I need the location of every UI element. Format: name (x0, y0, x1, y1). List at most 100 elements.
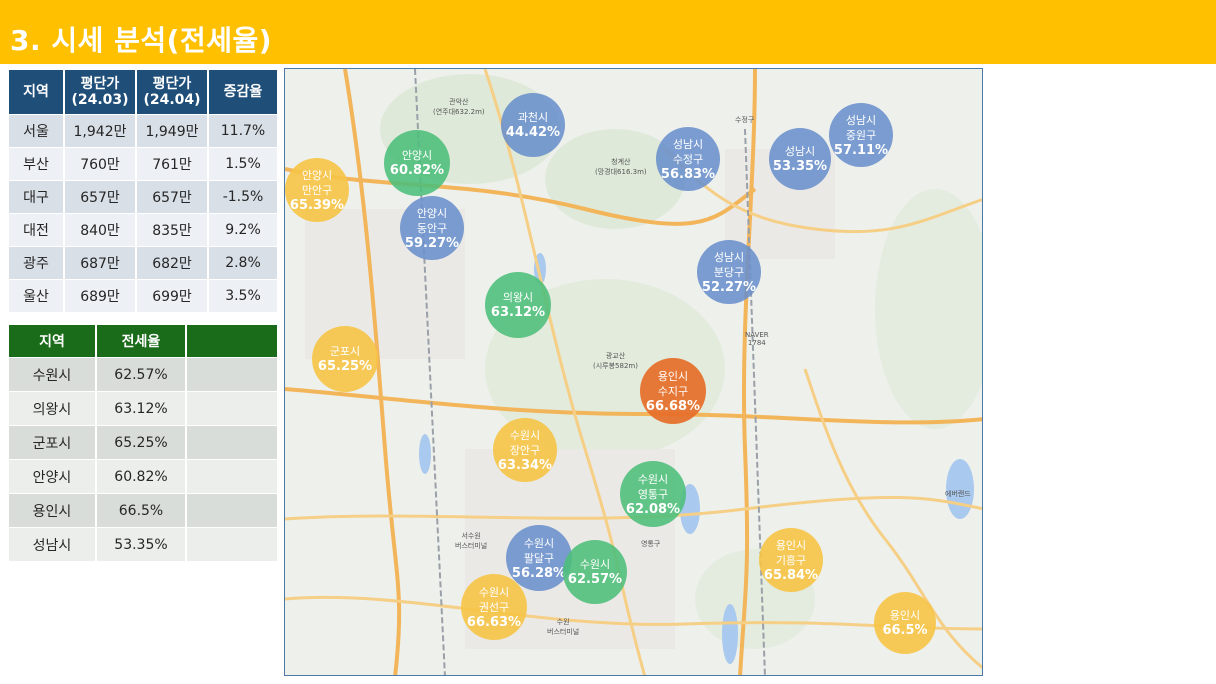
bubble-region-name: 과천시 (517, 111, 549, 124)
price-table-row: 대전 840만 835만 9.2% (9, 213, 277, 246)
price-table-row: 부산 760만 761만 1.5% (9, 147, 277, 180)
price-table-cell: 1.5% (209, 147, 277, 180)
price-header-region: 지역 (9, 70, 65, 114)
jeonse-table-cell (187, 425, 277, 459)
bubble-region-name: 군포시 (329, 345, 361, 358)
price-table-cell: 대전 (9, 213, 65, 246)
bubble-region-name: 수원시 권선구 (478, 585, 510, 614)
jeonse-table-cell: 63.12% (97, 391, 187, 425)
jeonse-table-row: 용인시 66.5% (9, 493, 277, 527)
price-table-cell: 1,949만 (137, 114, 209, 147)
bubble-region-name: 수원시 (579, 558, 611, 571)
jeonse-table-row: 안양시 60.82% (9, 459, 277, 493)
region-map[interactable]: 관악산 (연주대632.2m) 청계산 (망경대616.3m) 광교산 (시루봉58… (284, 68, 983, 676)
price-table-cell: 서울 (9, 114, 65, 147)
jeonse-table-row: 성남시 53.35% (9, 527, 277, 561)
bubble-region-name: 수원시 팔달구 (523, 536, 555, 565)
jeonse-table-cell: 성남시 (9, 527, 97, 561)
bubble-jeonse-rate: 65.39% (289, 197, 345, 213)
bubble-region-name: 안양시 (401, 149, 433, 162)
jeonse-header-rate: 전세율 (97, 325, 187, 357)
jeonse-table-cell: 62.57% (97, 357, 187, 391)
price-header-mar: 평단가 (24.03) (65, 70, 137, 114)
bubble-region-name: 성남시 수정구 (672, 137, 704, 166)
price-table-cell: 1,942만 (65, 114, 137, 147)
bubble-jeonse-rate: 66.63% (466, 614, 522, 630)
map-place-label: 청계산 (망경대616.3m) (595, 158, 647, 176)
bubble-region-name: 용인시 (889, 609, 921, 622)
map-bubble[interactable]: 수원시 팔달구 56.28% (506, 525, 572, 591)
map-bubble[interactable]: 성남시 수정구 56.83% (656, 127, 720, 191)
bubble-jeonse-rate: 62.57% (567, 572, 623, 587)
map-place-label: 에버랜드 (945, 490, 971, 498)
map-bubble[interactable]: 수원시 장안구 63.34% (493, 418, 557, 482)
jeonse-table-cell (187, 391, 277, 425)
bubble-jeonse-rate: 62.08% (625, 501, 681, 517)
bubble-region-name: 안양시 만안구 (301, 168, 333, 197)
price-table-cell: 760만 (65, 147, 137, 180)
jeonse-header-region: 지역 (9, 325, 97, 357)
map-bubble[interactable]: 의왕시 63.12% (485, 272, 551, 338)
jeonse-table-cell: 65.25% (97, 425, 187, 459)
map-bubble[interactable]: 군포시 65.25% (312, 326, 378, 392)
bubble-jeonse-rate: 63.12% (490, 305, 546, 320)
map-place-label: 광교산 (시루봉582m) (593, 352, 638, 370)
price-table-cell: 2.8% (209, 246, 277, 279)
map-bubble[interactable]: 용인시 수지구 66.68% (640, 358, 706, 424)
map-bubble[interactable]: 과천시 44.42% (501, 93, 565, 157)
map-place-label: 관악산 (연주대632.2m) (433, 98, 485, 116)
price-header-apr: 평단가 (24.04) (137, 70, 209, 114)
price-table-cell: 657만 (65, 180, 137, 213)
bubble-jeonse-rate: 53.35% (772, 159, 828, 174)
price-table-cell: 광주 (9, 246, 65, 279)
map-bubble[interactable]: 수원시 권선구 66.63% (461, 574, 527, 640)
map-bubble[interactable]: 용인시 기흥구 65.84% (759, 528, 823, 592)
jeonse-table-cell: 군포시 (9, 425, 97, 459)
jeonse-table-cell: 53.35% (97, 527, 187, 561)
map-place-label: 영통구 (641, 540, 661, 548)
map-bubble[interactable]: 안양시 60.82% (384, 130, 450, 196)
price-table-cell: -1.5% (209, 180, 277, 213)
jeonse-table-row: 군포시 65.25% (9, 425, 277, 459)
map-bubble[interactable]: 안양시 동안구 59.27% (400, 196, 464, 260)
map-place-label: 수정구 (735, 116, 755, 124)
bubble-region-name: 수원시 영통구 (637, 472, 669, 501)
price-header-change: 증감율 (209, 70, 277, 114)
bubble-jeonse-rate: 65.25% (317, 359, 373, 374)
price-table-header-row: 지역 평단가 (24.03) 평단가 (24.04) 증감율 (9, 70, 277, 114)
bubble-region-name: 의왕시 (502, 291, 534, 304)
map-bubble[interactable]: 성남시 분당구 52.27% (697, 240, 761, 304)
bubble-region-name: 성남시 분당구 (713, 250, 745, 279)
map-bubble[interactable]: 성남시 53.35% (769, 128, 831, 190)
price-table-cell: 835만 (137, 213, 209, 246)
jeonse-table-cell (187, 527, 277, 561)
price-table-cell: 682만 (137, 246, 209, 279)
map-bubble[interactable]: 수원시 62.57% (563, 540, 627, 604)
jeonse-table-row: 수원시 62.57% (9, 357, 277, 391)
jeonse-table-header-row: 지역 전세율 (9, 325, 277, 357)
price-table: 지역 평단가 (24.03) 평단가 (24.04) 증감율 서울 1,942만 1… (9, 70, 277, 312)
bubble-region-name: 안양시 동안구 (416, 206, 448, 235)
jeonse-table-cell: 66.5% (97, 493, 187, 527)
price-table-row: 광주 687만 682만 2.8% (9, 246, 277, 279)
bubble-jeonse-rate: 65.84% (763, 567, 819, 583)
jeonse-header-empty (187, 325, 277, 357)
price-table-cell: 울산 (9, 279, 65, 312)
map-bubble[interactable]: 용인시 66.5% (874, 592, 936, 654)
price-table-cell: 9.2% (209, 213, 277, 246)
price-table-cell: 부산 (9, 147, 65, 180)
bubble-jeonse-rate: 59.27% (404, 235, 460, 251)
price-table-cell: 699만 (137, 279, 209, 312)
map-bubble[interactable]: 수원시 영통구 62.08% (620, 461, 686, 527)
bubble-jeonse-rate: 63.34% (497, 457, 553, 473)
jeonse-table: 지역 전세율 수원시 62.57% 의왕시 63.12% 군포시 65.25% 안양시 60.… (9, 325, 277, 561)
map-bubble[interactable]: 성남시 중원구 57.11% (829, 103, 893, 167)
price-table-cell: 657만 (137, 180, 209, 213)
bubble-region-name: 용인시 기흥구 (775, 538, 807, 567)
map-place-label: 수원 버스터미널 (547, 618, 580, 636)
map-place-label: 서수원 버스터미널 (455, 532, 488, 550)
map-bubble[interactable]: 안양시 만안구 65.39% (285, 158, 349, 222)
jeonse-table-cell: 수원시 (9, 357, 97, 391)
bubble-region-name: 수원시 장안구 (509, 428, 541, 457)
map-place-label: NAVER 1784 (745, 331, 769, 347)
